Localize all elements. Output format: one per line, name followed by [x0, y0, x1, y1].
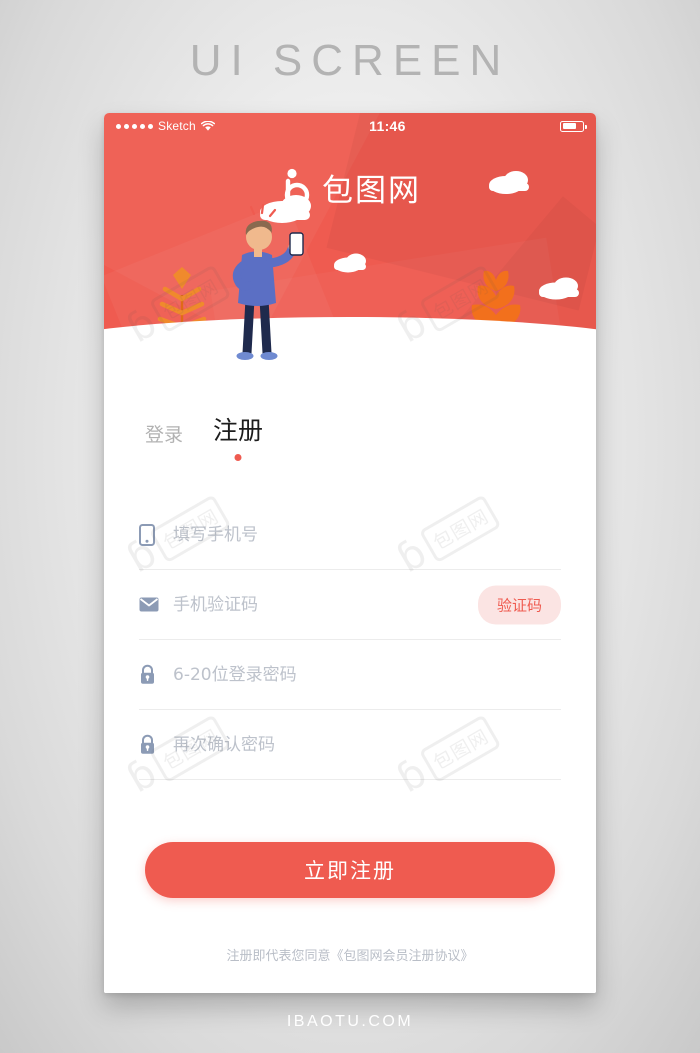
tab-login-label: 登录: [145, 425, 184, 446]
phone-input[interactable]: [173, 524, 561, 545]
brand-lockup: 包图网: [104, 165, 596, 210]
ground-curve: [104, 317, 596, 380]
site-footer: IBAOTU.COM: [286, 1013, 414, 1030]
agreement-text: 注册即代表您同意《包图网会员注册协议》: [104, 945, 596, 964]
envelope-icon: [139, 597, 173, 612]
lock-icon: [139, 734, 173, 755]
status-bar-time: 11:46: [369, 118, 406, 134]
confirm-password-input[interactable]: [173, 734, 561, 755]
field-verification-code[interactable]: 验证码: [139, 570, 561, 640]
page-title: UI SCREEN: [189, 36, 511, 85]
register-button[interactable]: 立即注册: [145, 842, 555, 898]
field-password[interactable]: [139, 640, 561, 710]
cloud-icon: [334, 253, 366, 273]
signal-dots-icon: [116, 123, 153, 129]
tab-login[interactable]: 登录: [145, 420, 183, 461]
status-bar-right: [560, 120, 587, 132]
battery-icon: [560, 120, 587, 132]
mobile-phone-icon: [139, 523, 173, 546]
carrier-label: Sketch: [158, 119, 196, 133]
register-form: 验证码: [139, 500, 561, 780]
auth-tabs: 登录 注册: [145, 411, 263, 461]
agreement-prefix: 注册即代表您同意: [226, 949, 331, 964]
hero-banner: Sketch 11:46 包图网: [104, 113, 596, 380]
lock-icon: [139, 664, 173, 685]
cloud-icon: [539, 277, 579, 300]
password-input[interactable]: [173, 664, 561, 685]
send-code-button[interactable]: 验证码: [477, 585, 561, 624]
brand-name: 包图网: [322, 173, 421, 209]
form-sheet: 登录 注册 填写手机号 手机验证码 验证码 立即注册 注册即代表您同意《包图网会…: [104, 380, 596, 993]
agreement-link[interactable]: 《包图网会员注册协议》: [331, 949, 474, 964]
baotu-logo-icon: [284, 168, 310, 207]
active-tab-indicator: [234, 454, 242, 461]
field-confirm-password[interactable]: [139, 710, 561, 780]
status-bar-left: Sketch: [116, 119, 215, 133]
status-bar: Sketch 11:46: [104, 113, 596, 139]
wifi-icon: [200, 120, 215, 131]
tab-register[interactable]: 注册: [213, 411, 263, 461]
field-phone[interactable]: [139, 500, 561, 570]
tab-register-label: 注册: [213, 417, 264, 445]
hero-illustration: [104, 171, 596, 380]
phone-mockup: Sketch 11:46 包图网 登录 注册 填写手机号 手机验证码 验证码 立…: [104, 113, 596, 993]
